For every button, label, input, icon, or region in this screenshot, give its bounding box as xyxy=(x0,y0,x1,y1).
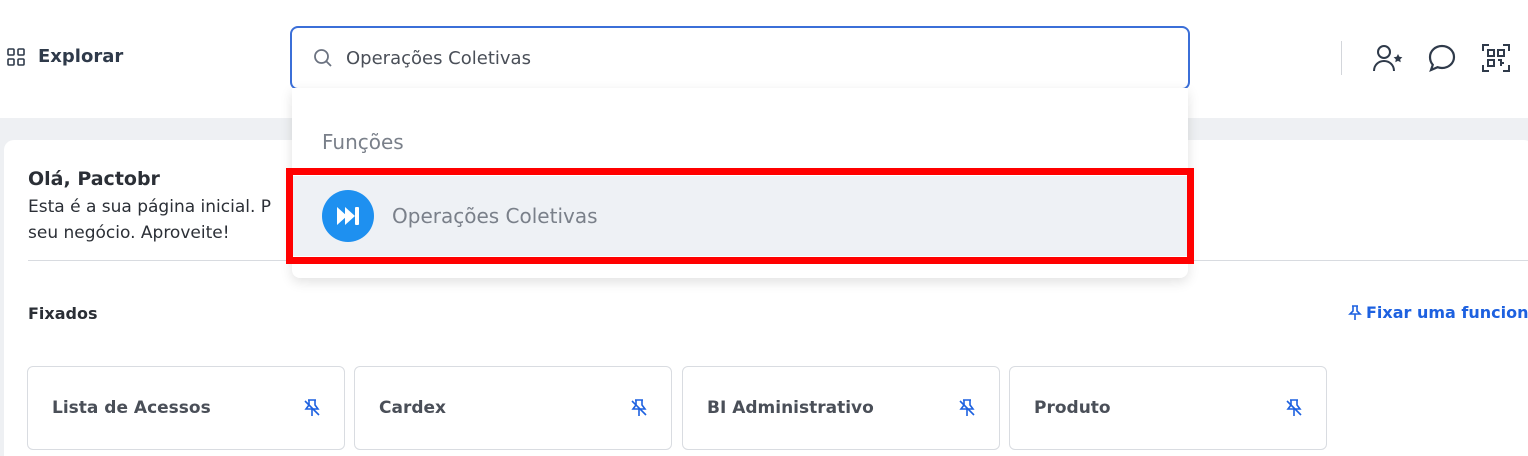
pin-icon xyxy=(1348,304,1362,320)
pinned-card-label: BI Administrativo xyxy=(707,398,874,418)
qr-code-button[interactable] xyxy=(1478,40,1514,76)
user-star-button[interactable] xyxy=(1370,40,1406,76)
pinned-card-cardex[interactable]: Cardex xyxy=(354,366,672,450)
unpin-icon[interactable] xyxy=(629,398,649,418)
search-icon xyxy=(314,49,332,67)
header-divider xyxy=(1341,41,1342,75)
explore-button[interactable]: Explorar xyxy=(6,46,123,67)
pinned-card-label: Lista de Acessos xyxy=(52,398,211,418)
explore-label: Explorar xyxy=(38,46,124,67)
unpin-icon[interactable] xyxy=(1284,398,1304,418)
search-box[interactable] xyxy=(290,26,1190,90)
pinned-section-title: Fixados xyxy=(28,304,98,323)
pinned-card-label: Produto xyxy=(1034,398,1111,418)
pin-function-link[interactable]: Fixar uma funcion xyxy=(1348,303,1528,322)
result-item-operacoes-coletivas[interactable]: Operações Coletivas xyxy=(292,176,1188,256)
chat-button[interactable] xyxy=(1424,40,1460,76)
qr-code-icon xyxy=(1482,44,1510,72)
pinned-card-produto[interactable]: Produto xyxy=(1009,366,1327,450)
user-star-icon xyxy=(1373,45,1403,72)
chat-icon xyxy=(1428,44,1456,72)
result-item-label: Operações Coletivas xyxy=(392,204,598,228)
header-actions xyxy=(1341,40,1514,76)
unpin-icon[interactable] xyxy=(957,398,977,418)
unpin-icon[interactable] xyxy=(302,398,322,418)
pin-function-label: Fixar uma funcion xyxy=(1366,303,1528,322)
pinned-card-lista-de-acessos[interactable]: Lista de Acessos xyxy=(27,366,345,450)
pinned-card-label: Cardex xyxy=(379,398,446,418)
greeting-heading: Olá, Pactobr xyxy=(28,168,160,190)
results-group-heading: Funções xyxy=(322,130,404,154)
search-input[interactable] xyxy=(346,47,1126,69)
fast-forward-logo-icon xyxy=(322,190,374,242)
grid-icon xyxy=(7,47,25,66)
pinned-card-bi-administrativo[interactable]: BI Administrativo xyxy=(682,366,1000,450)
